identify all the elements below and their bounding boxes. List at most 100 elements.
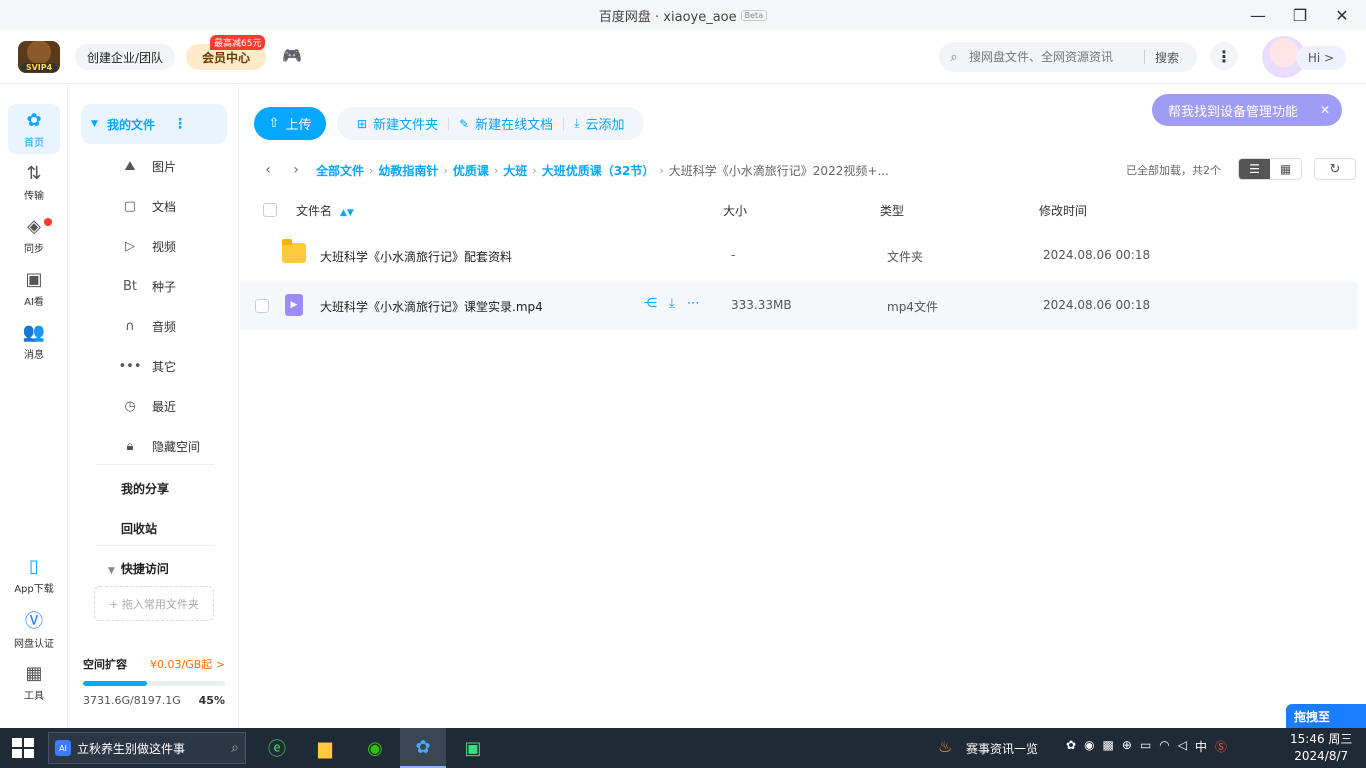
tools-icon: ▦ (25, 663, 43, 684)
ime-indicator[interactable]: 中 (1195, 738, 1207, 755)
storage-progress (83, 681, 225, 686)
browser-icon[interactable]: ⓔ (254, 728, 300, 768)
system-tray: ✿ ◉ ▩ ⊕ ▭ ◠ ◁ 中 Ⓢ (1066, 738, 1227, 755)
file-name[interactable]: 大班科学《小水滴旅行记》课堂实录.mp4 (320, 298, 543, 315)
more-menu-icon[interactable]: ⋮ (1210, 42, 1238, 70)
battery-icon[interactable]: ▭ (1140, 738, 1151, 755)
rail-label: 同步 (24, 244, 44, 255)
back-arrow-icon[interactable]: ‹ (254, 162, 282, 178)
storage-percent: 45% (198, 694, 225, 707)
row-checkbox[interactable] (255, 299, 269, 313)
svip-logo[interactable]: SVIP4 (18, 41, 60, 73)
kebab-icon[interactable]: ⋮ (173, 116, 187, 132)
table-row[interactable]: 大班科学《小水滴旅行记》配套资料 - 文件夹 2024.08.06 00:18 (240, 232, 1358, 280)
caret-down-icon: ▼ (108, 566, 115, 576)
volume-icon[interactable]: ◁ (1178, 738, 1187, 755)
new-online-doc-button[interactable]: ✎ 新建在线文档 (449, 114, 563, 134)
tray-news[interactable]: 赛事资讯一览 (966, 740, 1038, 757)
cloud-add-button[interactable]: ⤓ 云添加 (564, 114, 634, 133)
sidebar-item-label: 隐藏空间 (152, 439, 201, 454)
select-all-checkbox[interactable] (263, 203, 277, 217)
sidebar-item-audio[interactable]: ∩ 音频 (118, 312, 176, 340)
sidebar-item-label: 文档 (152, 199, 177, 214)
storage-price-link[interactable]: ¥0.03/GB起 > (150, 656, 225, 672)
hi-button[interactable]: Hi > (1296, 46, 1346, 70)
my-share-link[interactable]: 我的分享 (121, 480, 169, 497)
breadcrumb-item[interactable]: 大班优质课（32节） (542, 162, 655, 179)
netdisk-tray-icon[interactable]: ✿ (1066, 738, 1076, 755)
sidebar-item-other[interactable]: ••• 其它 (118, 352, 176, 380)
drop-favorite-folder-zone[interactable]: + 拖入常用文件夹 (94, 586, 214, 621)
column-modified[interactable]: 修改时间 (1039, 202, 1087, 219)
column-name[interactable]: 文件名 ▲▼ (296, 202, 354, 219)
sidebar-item-recent[interactable]: ◷ 最近 (118, 392, 176, 420)
baidu-netdisk-icon[interactable]: ✿ (400, 728, 446, 768)
column-type[interactable]: 类型 (880, 202, 904, 219)
breadcrumb-item[interactable]: 全部文件 (316, 162, 364, 179)
drag-upload-button[interactable]: 拖拽至 (1286, 704, 1366, 728)
forward-arrow-icon[interactable]: › (282, 162, 310, 178)
my-files-nav[interactable]: ▼ 我的文件 ⋮ (81, 104, 227, 144)
rail-transfer[interactable]: ⇅ 传输 (8, 157, 60, 207)
notification-dot (44, 218, 52, 226)
minimize-button[interactable]: — (1236, 0, 1280, 30)
title-bar: 百度网盘 · xiaoye_aoe Beta — ❐ ✕ (0, 0, 1366, 30)
breadcrumb-item[interactable]: 幼教指南针 (378, 162, 438, 179)
home-icon: ✿ (26, 110, 42, 131)
download-icon: ⤓ (574, 116, 580, 130)
download-icon[interactable]: ⤓ (669, 296, 675, 311)
divider (96, 464, 214, 465)
refresh-icon[interactable]: ↻ (1314, 158, 1356, 180)
assistant-suggestion[interactable]: 帮我找到设备管理功能 ✕ (1152, 94, 1342, 126)
create-team-button[interactable]: 创建企业/团队 (75, 44, 175, 70)
file-explorer-icon[interactable]: ▆ (302, 728, 348, 768)
nvidia-icon[interactable]: ▩ (1103, 738, 1114, 755)
terminal-app-icon[interactable]: ▣ (450, 728, 496, 768)
wifi-icon[interactable]: ◠ (1159, 738, 1169, 755)
rail-sync[interactable]: ◈ 同步 (8, 210, 60, 260)
table-row[interactable]: ▶ 大班科学《小水滴旅行记》课堂实录.mp4 ⋲ ⤓ ⋯ 333.33MB mp… (240, 282, 1358, 330)
breadcrumb-item[interactable]: 优质课 (453, 162, 489, 179)
cloud-add-label: 云添加 (585, 118, 625, 133)
share-icon[interactable]: ⋲ (644, 296, 657, 311)
rail-app-download[interactable]: ▯ App下载 (8, 550, 60, 600)
quick-access-toggle[interactable]: ▼ 快捷访问 (108, 560, 169, 577)
sidebar-item-documents[interactable]: ▢ 文档 (118, 192, 176, 220)
rail-home[interactable]: ✿ 首页 (8, 104, 60, 154)
plus-app-icon[interactable]: ⊕ (1122, 738, 1132, 755)
clock[interactable]: 15:46 周三 2024/8/7 (1290, 731, 1352, 765)
wechat-tray-icon[interactable]: ◉ (1084, 738, 1094, 755)
storage-usage: 3731.6G/8197.1G (83, 694, 181, 707)
taskbar-search[interactable]: AI 立秋养生别做这件事 ⌕ (48, 732, 246, 764)
column-size[interactable]: 大小 (723, 202, 747, 219)
more-icon[interactable]: ⋯ (687, 296, 700, 311)
rail-tools[interactable]: ▦ 工具 (8, 657, 60, 707)
document-icon: ▢ (123, 198, 137, 214)
new-folder-button[interactable]: ⊞ 新建文件夹 (347, 114, 448, 134)
recycle-bin-link[interactable]: 回收站 (121, 520, 157, 537)
close-icon[interactable]: ✕ (1320, 103, 1330, 117)
search-input[interactable] (969, 50, 1144, 64)
windows-start-icon[interactable] (12, 738, 34, 758)
close-button[interactable]: ✕ (1320, 0, 1364, 30)
sidebar-item-videos[interactable]: ▷ 视频 (118, 232, 176, 260)
sidebar-item-hidden-space[interactable]: 🔒︎ 隐藏空间 (118, 432, 200, 460)
rail-messages[interactable]: 👥 消息 (8, 316, 60, 366)
sidebar-item-images[interactable]: ⛰ 图片 (118, 152, 176, 180)
breadcrumb-item[interactable]: 大班 (503, 162, 527, 179)
upload-button[interactable]: ⇧ 上传 (254, 107, 326, 140)
rail-verify[interactable]: Ⓥ 网盘认证 (8, 605, 60, 655)
game-icon[interactable]: 🎮 (282, 46, 302, 65)
maximize-button[interactable]: ❐ (1278, 0, 1322, 30)
rail-ai-watch[interactable]: ▣ AI看 (8, 263, 60, 313)
list-view-icon[interactable]: ☰ (1239, 159, 1270, 179)
chevron-right-icon: › (443, 163, 448, 177)
sidebar-item-torrents[interactable]: Bt 种子 (118, 272, 176, 300)
wechat-icon[interactable]: ◉ (352, 728, 398, 768)
messages-icon: 👥 (22, 322, 46, 343)
file-name[interactable]: 大班科学《小水滴旅行记》配套资料 (320, 248, 512, 265)
sogou-icon[interactable]: Ⓢ (1215, 738, 1227, 755)
rail-label: App下载 (14, 584, 54, 595)
grid-view-icon[interactable]: ▦ (1270, 159, 1301, 179)
search-button[interactable]: 搜索 (1145, 49, 1193, 66)
